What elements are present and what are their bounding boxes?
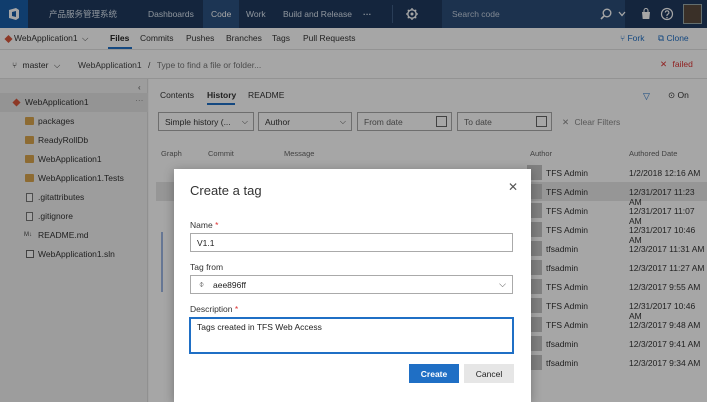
name-label-text: Name: [190, 220, 213, 230]
name-field-label: Name *: [190, 220, 218, 230]
tag-name-field[interactable]: [190, 233, 513, 252]
create-tag-dialog: Create a tag ✕ Name * Tag from ⌽ aee896f…: [174, 169, 531, 402]
commit-icon: ⌽: [199, 279, 205, 289]
description-label-text: Description: [190, 304, 233, 314]
required-mark: *: [234, 304, 239, 314]
tag-from-dropdown[interactable]: ⌽ aee896ff ⌵: [190, 275, 513, 294]
description-textarea[interactable]: Tags created in TFS Web Access: [189, 317, 514, 354]
close-icon[interactable]: ✕: [508, 180, 518, 194]
cancel-button[interactable]: Cancel: [464, 364, 514, 383]
dialog-title: Create a tag: [190, 183, 262, 198]
create-button[interactable]: Create: [409, 364, 459, 383]
required-mark: *: [215, 220, 219, 230]
chevron-down-icon: ⌵: [499, 279, 506, 289]
tag-from-label: Tag from: [190, 262, 224, 272]
tag-from-value: aee896ff: [213, 280, 246, 290]
description-field-label: Description *: [190, 304, 238, 314]
tag-name-input[interactable]: [197, 238, 506, 248]
